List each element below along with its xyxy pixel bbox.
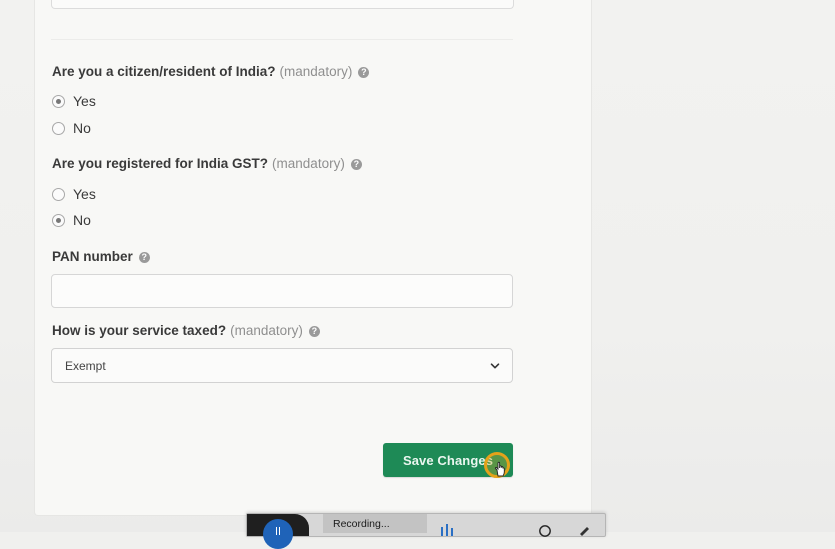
pan-label: PAN number? xyxy=(52,249,150,264)
radio-button[interactable] xyxy=(52,121,65,135)
gst-option-no[interactable]: No xyxy=(52,212,91,228)
pause-icon xyxy=(276,527,280,535)
section-divider xyxy=(51,39,513,40)
pause-recording-button[interactable] xyxy=(263,519,293,549)
gst-question-text: Are you registered for India GST? xyxy=(52,156,269,171)
citizen-option-yes[interactable]: Yes xyxy=(52,93,96,109)
recorder-control-area xyxy=(247,514,309,549)
service-tax-question: How is your service taxed? (mandatory)? xyxy=(52,323,320,338)
previous-field-input[interactable] xyxy=(51,0,514,9)
audio-wave-icon xyxy=(441,524,453,536)
citizen-option-no[interactable]: No xyxy=(52,120,91,136)
help-icon[interactable]: ? xyxy=(308,326,320,337)
recording-status: Recording... xyxy=(323,514,427,533)
help-icon[interactable]: ? xyxy=(358,67,370,78)
citizen-question: Are you a citizen/resident of India? (man… xyxy=(52,64,370,79)
service-tax-select[interactable]: Exempt xyxy=(51,348,513,383)
gst-option-no-label: No xyxy=(73,212,91,228)
service-tax-mandatory-tag: (mandatory) xyxy=(230,323,303,338)
pan-number-input[interactable] xyxy=(51,274,513,308)
citizen-question-text: Are you a citizen/resident of India? xyxy=(52,64,276,79)
chevron-down-icon xyxy=(490,362,500,368)
service-tax-selected-value: Exempt xyxy=(65,358,106,373)
gst-question: Are you registered for India GST? (mandat… xyxy=(52,156,362,171)
pan-label-text: PAN number xyxy=(52,249,133,264)
radio-button-selected[interactable] xyxy=(52,213,65,227)
hand-cursor-icon xyxy=(494,461,505,477)
pen-icon[interactable] xyxy=(577,523,591,537)
help-icon[interactable]: ? xyxy=(350,159,362,170)
gst-option-yes[interactable]: Yes xyxy=(52,186,96,202)
radio-button[interactable] xyxy=(52,187,65,201)
screen-recorder-toolbar: Recording... xyxy=(246,513,606,549)
citizen-option-no-label: No xyxy=(73,120,91,136)
gst-option-yes-label: Yes xyxy=(73,186,96,202)
citizen-option-yes-label: Yes xyxy=(73,93,96,109)
gst-mandatory-tag: (mandatory) xyxy=(272,156,345,171)
radio-button-selected[interactable] xyxy=(52,94,65,108)
timer-icon[interactable] xyxy=(538,523,552,537)
citizen-mandatory-tag: (mandatory) xyxy=(279,64,353,79)
help-icon[interactable]: ? xyxy=(138,252,150,263)
service-tax-question-text: How is your service taxed? xyxy=(52,323,227,338)
